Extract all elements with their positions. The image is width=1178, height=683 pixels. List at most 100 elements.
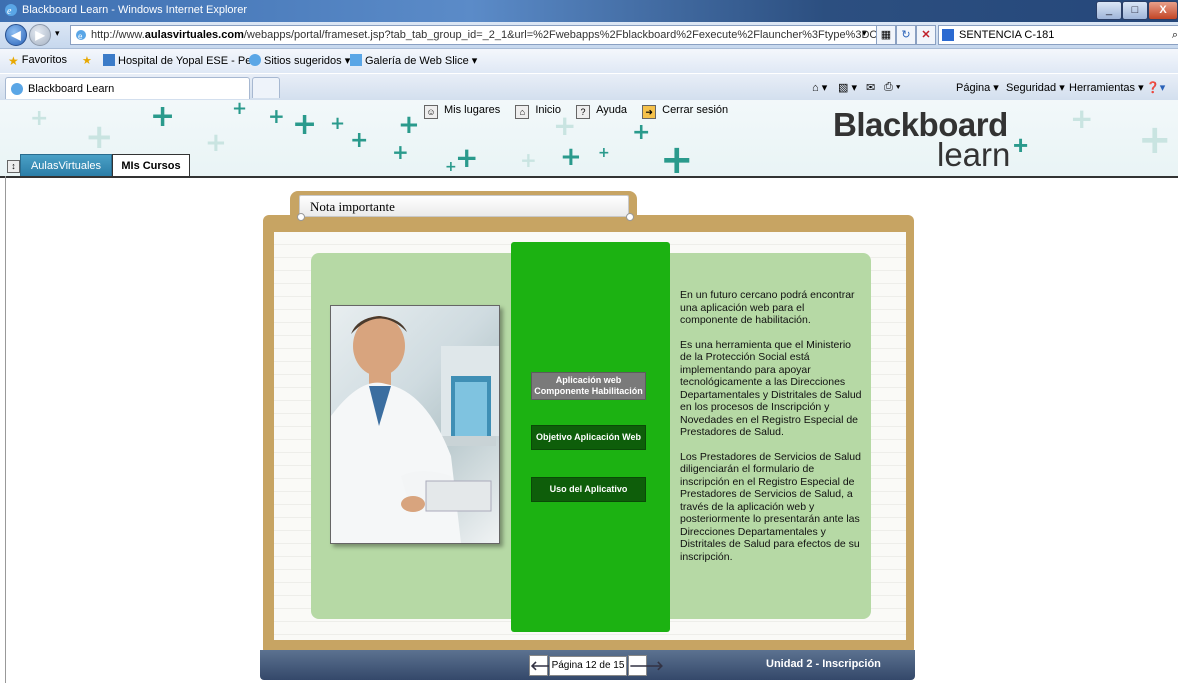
tab-aulas-virtuales[interactable]: AulasVirtuales: [20, 154, 112, 176]
url-prefix: http://www.: [91, 29, 145, 41]
doctor-illustration: [331, 316, 499, 543]
decor-plus-icon: +: [1070, 102, 1094, 135]
home-icon[interactable]: ⌂ ▾: [812, 81, 827, 94]
nav-mis-lugares[interactable]: ☺ Mis lugares: [424, 104, 506, 119]
refresh-icon[interactable]: ↻: [896, 25, 916, 45]
address-bar: ◀ ▶ ▾ e http://www.aulasvirtuales.com/we…: [0, 22, 1178, 49]
decor-plus-icon: +: [292, 107, 318, 142]
favorite-item-hospital[interactable]: Hospital de Yopal ESE - Pe...: [103, 54, 260, 67]
page-menu[interactable]: Página ▾: [956, 81, 999, 94]
mail-icon[interactable]: ✉: [866, 81, 875, 94]
compatibility-view-icon[interactable]: ▦: [876, 25, 896, 45]
browser-tab[interactable]: Blackboard Learn: [5, 77, 250, 99]
feeds-icon[interactable]: ▧ ▾: [838, 81, 857, 94]
decor-plus-icon: +: [455, 141, 479, 174]
person-icon: ☺: [424, 105, 438, 119]
module-header: Nota importante: [299, 195, 629, 217]
add-favorite-icon[interactable]: ★: [82, 54, 92, 67]
tools-menu[interactable]: Herramientas ▾: [1069, 81, 1144, 94]
decor-plus-icon: +: [232, 100, 248, 119]
back-button[interactable]: ◀: [5, 24, 27, 46]
app-componente-habilitacion-button[interactable]: Aplicación web Componente Habilitación: [531, 372, 646, 400]
forward-button[interactable]: ▶: [29, 24, 51, 46]
blackboard-top-nav: ☺ Mis lugares ⌂ Inicio ? Ayuda ➜ Cerrar sesi…: [424, 104, 740, 119]
stop-icon[interactable]: ✕: [916, 25, 936, 45]
url-path: /webapps/portal/frameset.jsp?tab_tab_gro…: [243, 29, 896, 41]
decor-plus-icon: +: [660, 137, 694, 178]
decor-plus-icon: +: [150, 100, 176, 134]
decor-plus-icon: +: [398, 110, 420, 140]
favorites-label: Favoritos: [21, 54, 68, 66]
search-icon[interactable]: ⌕: [1172, 26, 1178, 44]
decor-plus-icon: +: [268, 104, 285, 128]
nav-label: Mis lugares: [444, 104, 501, 116]
ring-dot: [297, 213, 305, 221]
security-menu[interactable]: Seguridad ▾: [1006, 81, 1065, 94]
next-page-arrow-icon[interactable]: 🡒: [628, 655, 664, 676]
paragraph: Es una herramienta que el Ministerio de …: [680, 338, 862, 439]
description-text: En un futuro cercano podrá encontrar una…: [680, 289, 862, 575]
search-text: SENTENCIA C-181: [959, 29, 1055, 41]
prev-page-arrow-icon[interactable]: 🡐: [529, 655, 565, 676]
nav-label: Ayuda: [596, 104, 628, 116]
url-domain: aulasvirtuales.com: [144, 29, 244, 41]
search-input[interactable]: SENTENCIA C-181 ⌕: [938, 25, 1178, 45]
decor-plus-icon: +: [632, 120, 651, 145]
decor-plus-icon: +: [392, 140, 409, 164]
page-icon: e: [76, 30, 86, 41]
doctor-photo: [330, 305, 500, 544]
ring-dot: [626, 213, 634, 221]
favorites-button[interactable]: ★ Favoritos: [8, 54, 68, 68]
logout-icon: ➜: [642, 105, 657, 119]
nav-label: Inicio: [535, 104, 561, 116]
webslice-icon: [350, 54, 362, 66]
decor-plus-icon: +: [330, 113, 346, 134]
unit-label: Unidad 2 - Inscripción: [766, 658, 881, 670]
nav-label: Cerrar sesión: [662, 104, 729, 116]
paragraph: Los Prestadores de Servicios de Salud di…: [680, 450, 861, 563]
menu-toggle-icon[interactable]: ↕: [7, 160, 20, 173]
home-icon: ⌂: [515, 105, 530, 119]
logo-plus-icon: +: [1013, 130, 1029, 160]
decor-plus-icon: +: [350, 128, 369, 153]
decor-plus-icon: +: [520, 148, 537, 172]
search-provider-icon: [942, 29, 954, 41]
ie-icon: [249, 54, 261, 66]
decor-plus-icon: +: [598, 145, 610, 161]
uso-aplicativo-button[interactable]: Uso del Aplicativo: [531, 477, 646, 502]
tab-ie-icon: [11, 83, 23, 95]
nav-ayuda[interactable]: ? Ayuda: [576, 104, 633, 119]
recent-pages-dropdown-icon[interactable]: ▾: [55, 28, 60, 39]
maximize-button[interactable]: □: [1122, 1, 1148, 20]
favorite-label: Sitios sugeridos ▾: [264, 55, 351, 67]
decor-plus-icon: +: [205, 128, 227, 158]
paragraph: En un futuro cercano podrá encontrar una…: [680, 289, 855, 326]
close-window-button[interactable]: X: [1148, 1, 1178, 20]
favorites-bar: ★ Favoritos ★ Hospital de Yopal ESE - Pe.…: [0, 49, 1178, 73]
print-icon[interactable]: ⎙ ▾: [884, 81, 900, 94]
decor-plus-icon: +: [1138, 117, 1172, 163]
blackboard-header: + + + + + + + + + + + + + + + + + + + + …: [0, 100, 1178, 178]
new-tab-button[interactable]: [252, 77, 280, 98]
window-title-bar: e Blackboard Learn - Windows Internet Ex…: [0, 0, 1178, 22]
favorite-item-webslice[interactable]: Galería de Web Slice ▾: [350, 54, 477, 67]
window-title: Blackboard Learn - Windows Internet Expl…: [22, 4, 247, 16]
ie-logo-icon: e: [5, 4, 17, 17]
page-indicator: Página 12 de 15: [549, 656, 627, 676]
nav-inicio[interactable]: ⌂ Inicio: [515, 104, 567, 119]
url-field[interactable]: e http://www.aulasvirtuales.com/webapps/…: [70, 25, 897, 45]
tab-label: Blackboard Learn: [28, 83, 115, 95]
svg-text:e: e: [78, 32, 83, 41]
site-icon: [103, 54, 115, 66]
favorite-item-sitios[interactable]: Sitios sugeridos ▾: [249, 54, 350, 67]
minimize-button[interactable]: _: [1096, 1, 1122, 20]
objetivo-aplicacion-button[interactable]: Objetivo Aplicación Web: [531, 425, 646, 450]
help-icon: ?: [576, 105, 591, 119]
address-dropdown-icon[interactable]: ▾: [862, 28, 867, 39]
nav-cerrar-sesion[interactable]: ➜ Cerrar sesión: [642, 104, 734, 119]
decor-plus-icon: +: [445, 159, 457, 175]
decor-plus-icon: +: [85, 117, 114, 157]
svg-text:e: e: [7, 6, 12, 17]
help-menu-icon[interactable]: ❓▾: [1146, 81, 1165, 94]
tab-mis-cursos[interactable]: MIs Cursos: [112, 154, 190, 176]
